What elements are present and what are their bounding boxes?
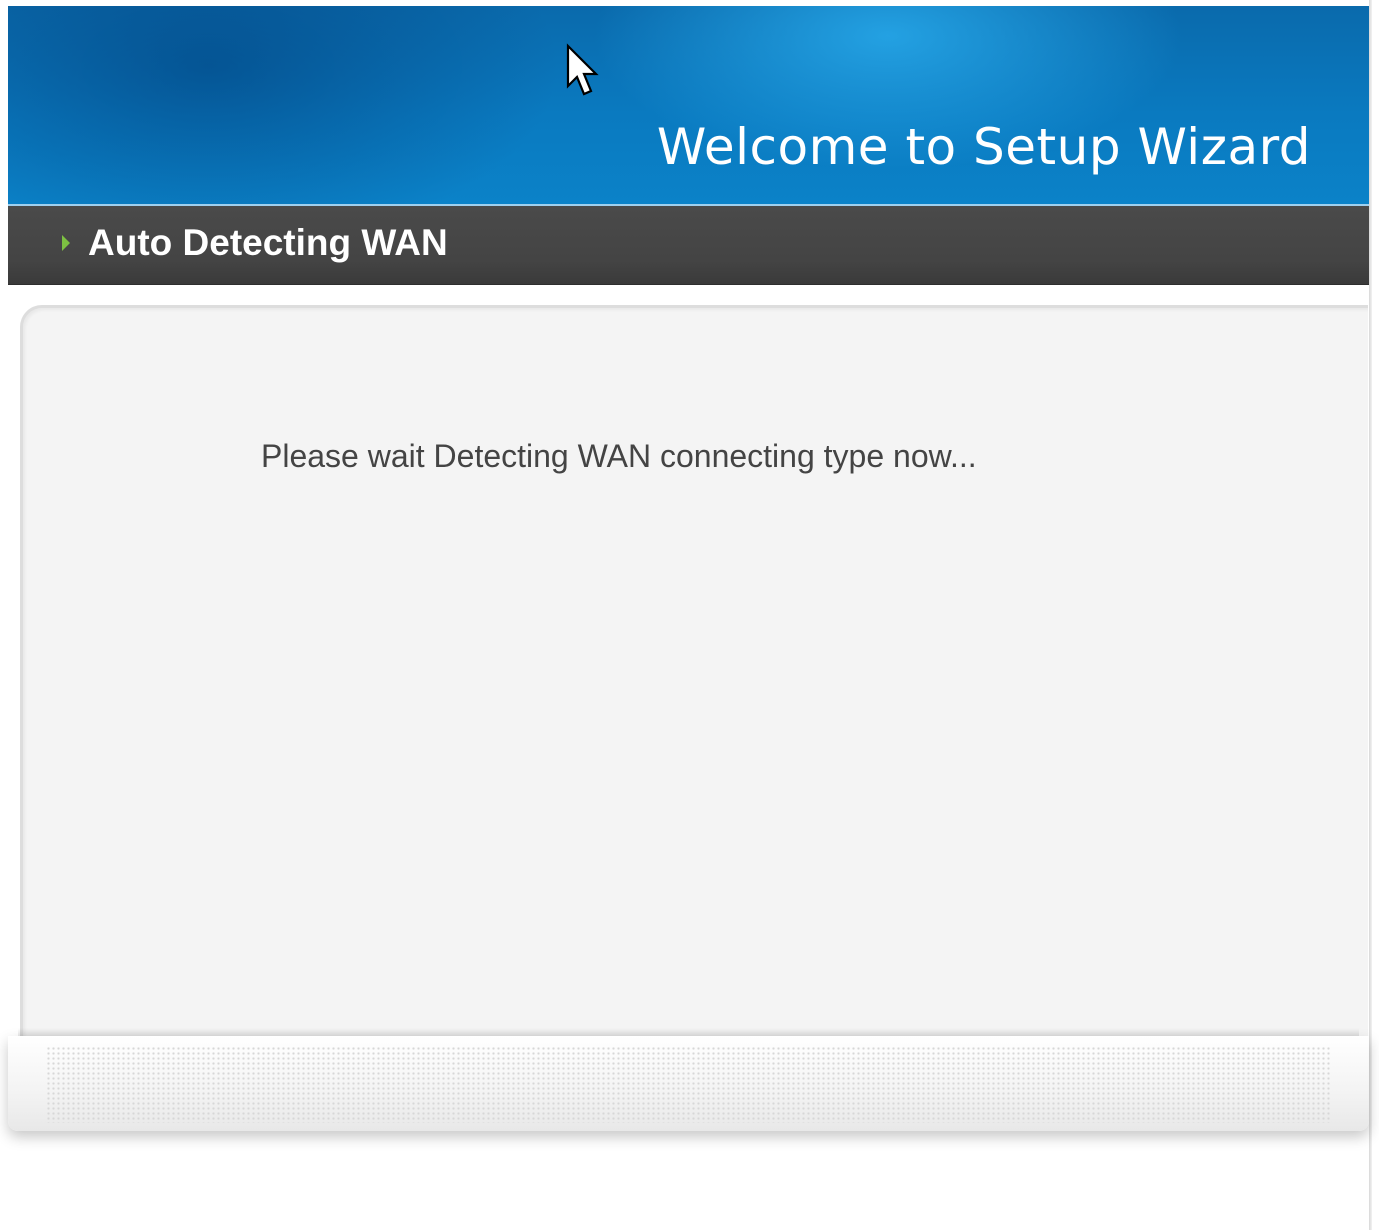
setup-wizard-page: Welcome to Setup Wizard Auto Detecting W… <box>8 6 1369 1230</box>
footer-dot-pattern <box>46 1046 1330 1123</box>
window-right-edge <box>1369 0 1372 1230</box>
section-header: Auto Detecting WAN <box>8 206 1369 285</box>
section-title: Auto Detecting WAN <box>88 222 448 263</box>
footer-strip <box>8 1036 1369 1131</box>
status-message: Please wait Detecting WAN connecting typ… <box>261 438 977 474</box>
triangle-right-icon <box>62 235 70 251</box>
mouse-pointer-icon <box>566 43 599 96</box>
content-panel: Please wait Detecting WAN connecting typ… <box>20 305 1368 1048</box>
wizard-banner: Welcome to Setup Wizard <box>8 6 1369 204</box>
banner-title: Welcome to Setup Wizard <box>656 118 1311 176</box>
